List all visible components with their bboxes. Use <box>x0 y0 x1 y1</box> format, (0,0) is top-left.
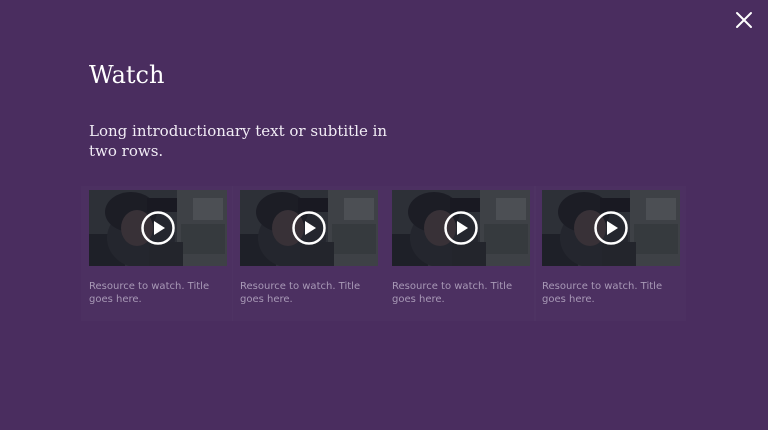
page-title: Watch <box>89 61 165 89</box>
play-icon[interactable] <box>292 211 326 245</box>
video-card[interactable]: Resource to watch. Title goes here. <box>542 190 680 315</box>
video-thumbnail[interactable] <box>542 190 680 266</box>
play-icon[interactable] <box>444 211 478 245</box>
video-card[interactable]: Resource to watch. Title goes here. <box>392 190 530 315</box>
video-title[interactable]: Resource to watch. Title goes here. <box>240 280 378 306</box>
video-card[interactable]: Resource to watch. Title goes here. <box>89 190 227 315</box>
video-grid: Resource to watch. Title goes here. Reso… <box>89 190 680 320</box>
video-thumbnail[interactable] <box>89 190 227 266</box>
video-title[interactable]: Resource to watch. Title goes here. <box>542 280 680 306</box>
close-button[interactable] <box>733 9 755 31</box>
page-subtitle: Long introductionary text or subtitle in… <box>89 122 388 160</box>
play-icon[interactable] <box>594 211 628 245</box>
video-thumbnail[interactable] <box>240 190 378 266</box>
video-title[interactable]: Resource to watch. Title goes here. <box>392 280 530 306</box>
video-title[interactable]: Resource to watch. Title goes here. <box>89 280 227 306</box>
video-thumbnail[interactable] <box>392 190 530 266</box>
play-icon[interactable] <box>141 211 175 245</box>
video-card[interactable]: Resource to watch. Title goes here. <box>240 190 378 315</box>
close-icon <box>736 12 752 28</box>
